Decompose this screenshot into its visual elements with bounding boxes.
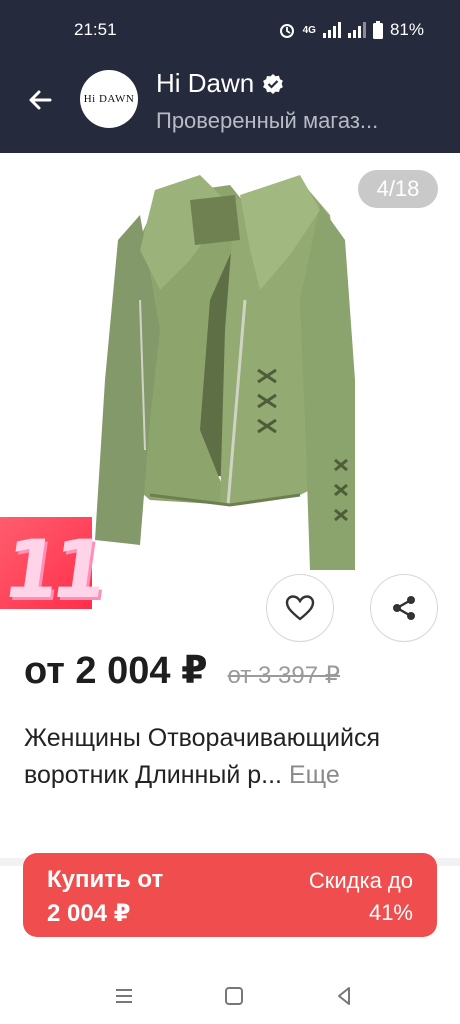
share-icon [393, 596, 415, 620]
battery-percent: 81% [389, 20, 424, 39]
status-bar: 21:51 4G 81% [0, 18, 460, 44]
buy-label-line1: Купить от [47, 866, 164, 893]
sale-11-badge: 11 [0, 517, 106, 616]
discount-line1: Скидка до [308, 868, 413, 893]
recent-apps-icon[interactable] [112, 984, 136, 1008]
heart-icon [285, 595, 315, 621]
status-time: 21:51 [74, 20, 117, 39]
home-icon[interactable] [222, 984, 246, 1008]
signal-icon [322, 22, 341, 38]
discount-label: Скидка до 41% [309, 865, 413, 929]
shop-logo-text: Hi DAWN [83, 93, 135, 105]
network-type: 4G [302, 24, 316, 36]
alarm-icon [279, 24, 294, 38]
sale-badge-text: 11 [0, 523, 106, 616]
back-nav-icon[interactable] [332, 984, 356, 1008]
shop-header: 21:51 4G 81% Hi DAWN Hi Dawn Проверенный… [0, 0, 460, 153]
buy-label-line2: 2 004 ₽ [47, 900, 131, 927]
back-arrow-icon[interactable] [24, 84, 56, 116]
product-title-block[interactable]: Женщины Отворачивающийся воротник Длинны… [24, 720, 434, 794]
image-counter: 4/18 [358, 170, 438, 208]
battery-icon [372, 21, 383, 39]
favorite-button[interactable] [266, 574, 334, 642]
shop-name: Hi Dawn [156, 68, 255, 98]
buy-label: Купить от 2 004 ₽ [47, 863, 163, 931]
share-button[interactable] [370, 574, 438, 642]
current-price: от 2 004 ₽ [24, 650, 208, 692]
status-icons: 4G 81% [278, 20, 424, 40]
shop-subtitle: Проверенный магаз... [156, 108, 379, 133]
more-link[interactable]: Еще [289, 761, 340, 789]
shop-name-row[interactable]: Hi Dawn [156, 68, 284, 99]
discount-line2: 41% [368, 900, 413, 925]
signal-icon-2 [347, 22, 366, 38]
verified-badge-icon [263, 73, 284, 94]
buy-button[interactable]: Купить от 2 004 ₽ Скидка до 41% [23, 853, 437, 937]
system-nav-bar [0, 968, 460, 1024]
shop-logo[interactable]: Hi DAWN [80, 70, 138, 128]
price-row: от 2 004 ₽ от 3 397 ₽ [24, 648, 340, 693]
old-price: от 3 397 ₽ [227, 662, 341, 689]
